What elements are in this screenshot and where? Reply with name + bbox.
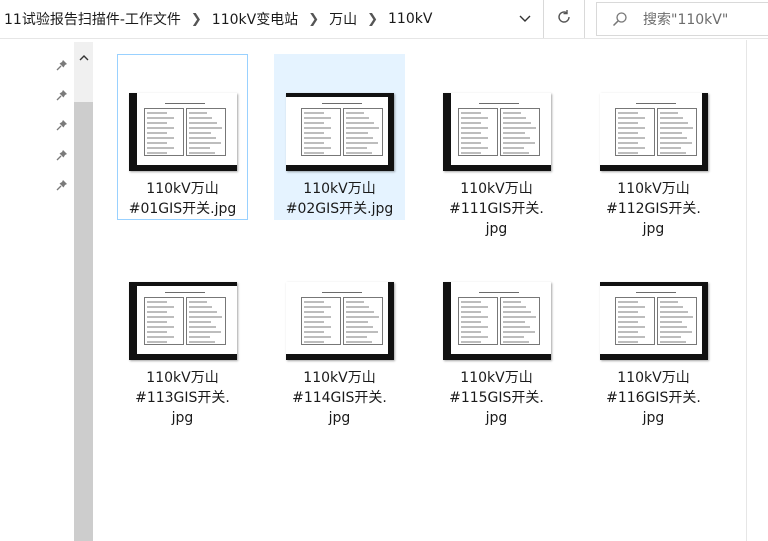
file-item[interactable]: 110kV万山 #115GIS开关. jpg — [431, 243, 562, 426]
breadcrumb-folder-4[interactable]: 110kV — [382, 11, 438, 27]
image-thumbnail — [128, 282, 237, 360]
divider — [0, 38, 768, 39]
nav-pane-scrollbar[interactable] — [74, 42, 93, 541]
breadcrumb-folder-2[interactable]: 110kV变电站 — [206, 9, 304, 29]
file-name-line: 110kV万山 — [146, 181, 219, 197]
file-name-line: 110kV万山 — [303, 370, 376, 386]
image-thumbnail — [442, 93, 551, 171]
breadcrumb-separator-icon[interactable]: ❯ — [187, 12, 206, 27]
file-name-line: #116GIS开关. — [606, 390, 701, 406]
chevron-up-icon[interactable] — [74, 46, 93, 68]
refresh-icon — [556, 9, 572, 29]
file-name-line: jpg — [485, 221, 508, 237]
file-name-line: jpg — [328, 410, 351, 426]
file-name-line: #01GIS开关.jpg — [128, 201, 237, 217]
file-name-line: #112GIS开关. — [606, 201, 701, 217]
search-box[interactable]: 搜索"110kV" — [596, 2, 768, 36]
file-name-line: 110kV万山 — [617, 370, 690, 386]
breadcrumb-separator-icon[interactable]: ❯ — [363, 12, 382, 27]
search-icon — [611, 10, 629, 28]
refresh-button[interactable] — [548, 4, 580, 34]
file-name-line: 110kV万山 — [460, 181, 533, 197]
pin-icon[interactable] — [50, 110, 74, 140]
breadcrumb-folder-1[interactable]: 11试验报告扫描件-工作文件 — [0, 9, 187, 29]
file-item[interactable]: 110kV万山 #02GIS开关.jpg — [274, 54, 405, 220]
file-item[interactable]: 110kV万山 #116GIS开关. jpg — [588, 243, 719, 426]
chevron-down-icon[interactable] — [512, 8, 538, 30]
file-name-line: jpg — [171, 410, 194, 426]
file-name-line: #02GIS开关.jpg — [285, 201, 394, 217]
file-name: 110kV万山 #01GIS开关.jpg — [118, 179, 247, 219]
file-name-line: #114GIS开关. — [292, 390, 387, 406]
file-name-line: #113GIS开关. — [135, 390, 230, 406]
file-name: 110kV万山 #02GIS开关.jpg — [275, 179, 404, 219]
file-item[interactable]: 110kV万山 #111GIS开关. jpg — [431, 54, 562, 237]
file-name-line: jpg — [642, 410, 665, 426]
image-thumbnail — [285, 93, 394, 171]
file-name: 110kV万山 #113GIS开关. jpg — [118, 368, 247, 428]
file-name: 110kV万山 #114GIS开关. jpg — [275, 368, 404, 428]
title-address-area: 11试验报告扫描件-工作文件 ❯ 110kV变电站 ❯ 万山 ❯ 110kV 搜… — [0, 0, 768, 40]
file-item[interactable]: 110kV万山 #01GIS开关.jpg — [117, 54, 248, 220]
file-name-line: 110kV万山 — [460, 370, 533, 386]
file-name-line: jpg — [485, 410, 508, 426]
file-name-line: 110kV万山 — [303, 181, 376, 197]
file-item[interactable]: 110kV万山 #114GIS开关. jpg — [274, 243, 405, 426]
divider — [543, 0, 544, 38]
image-thumbnail — [599, 282, 708, 360]
file-name: 110kV万山 #111GIS开关. jpg — [432, 179, 561, 239]
image-thumbnail — [599, 93, 708, 171]
quick-access-pins — [50, 50, 74, 200]
divider — [746, 40, 747, 541]
pin-icon[interactable] — [50, 80, 74, 110]
breadcrumb-separator-icon[interactable]: ❯ — [304, 12, 323, 27]
file-name: 110kV万山 #112GIS开关. jpg — [589, 179, 718, 239]
image-thumbnail — [442, 282, 551, 360]
pin-icon[interactable] — [50, 140, 74, 170]
file-name-line: #111GIS开关. — [449, 201, 544, 217]
file-item[interactable]: 110kV万山 #113GIS开关. jpg — [117, 243, 248, 426]
file-name-line: 110kV万山 — [617, 181, 690, 197]
breadcrumb-folder-3[interactable]: 万山 — [323, 9, 363, 29]
divider — [584, 0, 585, 38]
file-name: 110kV万山 #116GIS开关. jpg — [589, 368, 718, 428]
file-name-line: jpg — [642, 221, 665, 237]
file-name-line: 110kV万山 — [146, 370, 219, 386]
image-thumbnail — [285, 282, 394, 360]
pin-icon[interactable] — [50, 170, 74, 200]
file-name: 110kV万山 #115GIS开关. jpg — [432, 368, 561, 428]
pin-icon[interactable] — [50, 50, 74, 80]
file-name-line: #115GIS开关. — [449, 390, 544, 406]
file-item[interactable]: 110kV万山 #112GIS开关. jpg — [588, 54, 719, 237]
scrollbar-thumb[interactable] — [74, 102, 93, 541]
image-thumbnail — [128, 93, 237, 171]
search-input[interactable]: 搜索"110kV" — [643, 9, 728, 29]
address-bar[interactable]: 11试验报告扫描件-工作文件 ❯ 110kV变电站 ❯ 万山 ❯ 110kV — [0, 0, 544, 38]
